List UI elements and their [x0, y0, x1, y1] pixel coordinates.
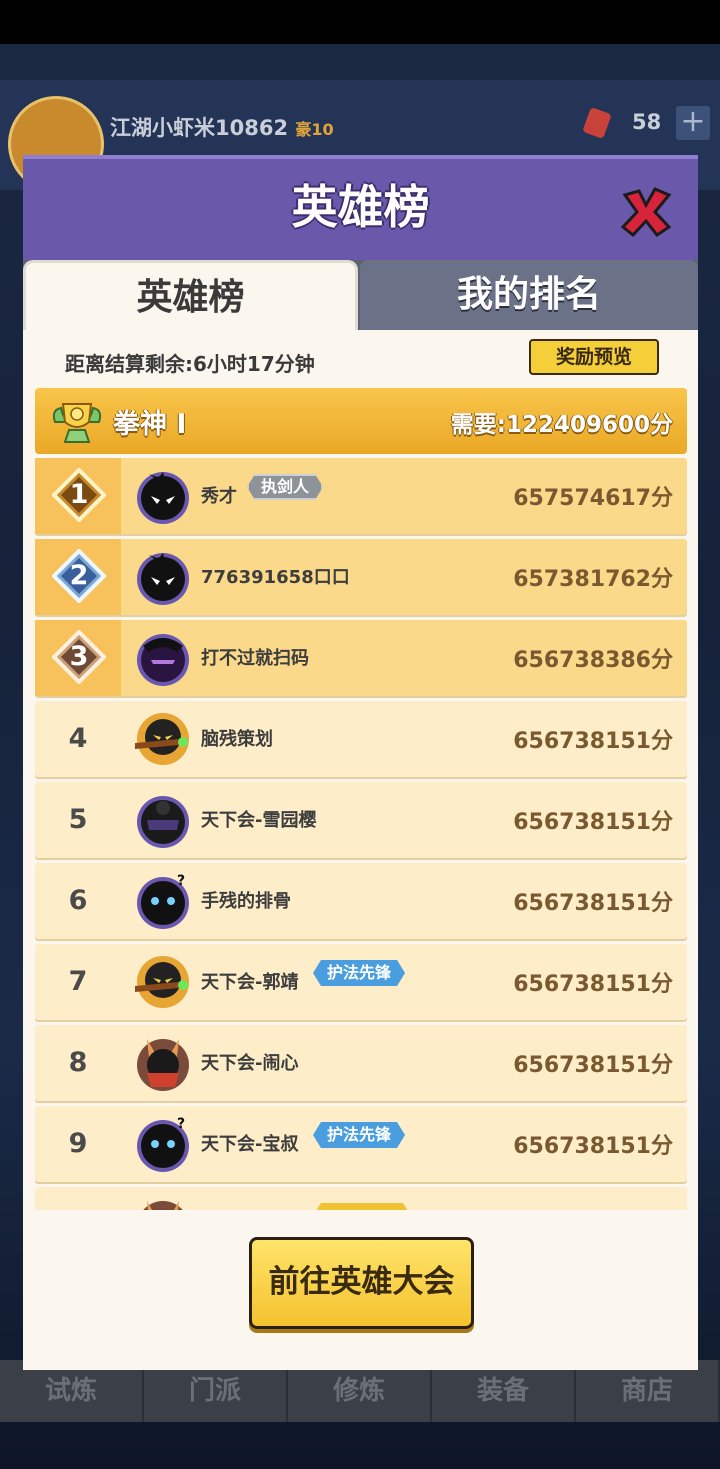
- reward-preview-button[interactable]: 奖励预览: [529, 339, 659, 375]
- tab-my-ranking[interactable]: 我的排名: [360, 260, 698, 330]
- title-badge: [313, 1203, 411, 1210]
- player-name: 天下会-闹心: [201, 1053, 299, 1074]
- player-name: 天下会-宝叔: [201, 1134, 299, 1155]
- player-score: 656738151分: [513, 1134, 673, 1159]
- close-button[interactable]: [619, 185, 673, 239]
- player-score: 656738151分: [513, 891, 673, 916]
- player-name: 江湖小虾米10862 豪10: [110, 116, 334, 140]
- table-row[interactable]: 1 秀才 执剑人 657574617分: [35, 458, 687, 534]
- tier-name: 拳神 I: [113, 409, 187, 440]
- ranking-list[interactable]: 1 秀才 执剑人 657574617分 2 776391658口口 657381…: [35, 458, 687, 1210]
- title-badge: 护法先锋: [313, 960, 405, 986]
- tab-hero-ranking[interactable]: 英雄榜: [23, 260, 358, 330]
- svg-text:?: ?: [177, 1116, 185, 1132]
- player-name: 脑残策划: [201, 729, 273, 750]
- rank-number: 9: [68, 1128, 88, 1159]
- player-name: 秀才: [201, 486, 237, 507]
- player-name: 天下会-郭靖: [201, 972, 299, 993]
- player-score: 656738151分: [513, 729, 673, 754]
- title-badge: 护法先锋: [313, 1122, 405, 1148]
- add-gems-button[interactable]: +: [676, 106, 710, 140]
- player-score: 657574617分: [513, 486, 673, 511]
- tier-header: 拳神 I 需要:122409600分: [35, 388, 687, 454]
- rank-number: 5: [68, 804, 88, 835]
- question-ninja-avatar[interactable]: ?: [133, 1114, 193, 1174]
- table-row[interactable]: 2 776391658口口 657381762分: [35, 539, 687, 615]
- title-badge: 执剑人: [247, 474, 323, 500]
- fox-warrior-avatar[interactable]: [133, 1033, 193, 1093]
- svg-text:?: ?: [177, 873, 185, 889]
- player-name: 776391658口口: [201, 567, 350, 588]
- gold-gunner-avatar[interactable]: [133, 709, 193, 769]
- goto-hero-conference-button[interactable]: 前往英雄大会: [249, 1237, 474, 1329]
- close-icon: [620, 187, 672, 238]
- shadow-ninja-avatar[interactable]: [133, 466, 193, 526]
- settlement-countdown: 距离结算剩余:6小时17分钟: [65, 352, 315, 376]
- hero-ranking-dialog: 英雄榜 英雄榜 我的排名 距离结算剩余:6小时17分钟 奖励预览 拳神 I 需要…: [23, 155, 698, 1370]
- table-row[interactable]: [35, 1187, 687, 1210]
- player-score: 656738151分: [513, 1053, 673, 1078]
- table-row[interactable]: 9 ? 天下会-宝叔 护法先锋 656738151分: [35, 1106, 687, 1182]
- tier-trophy-icon: [52, 403, 102, 443]
- table-row[interactable]: 3 打不过就扫码 656738386分: [35, 620, 687, 696]
- rank-number: 7: [68, 966, 88, 997]
- table-row[interactable]: 5 天下会-雪园樱 656738151分: [35, 782, 687, 858]
- player-score: 656738151分: [513, 972, 673, 997]
- dialog-title: 英雄榜: [291, 180, 430, 234]
- player-score: 657381762分: [513, 567, 673, 592]
- rank-number: 3: [69, 641, 89, 672]
- rank-number: 1: [69, 479, 89, 510]
- player-score: 656738151分: [513, 810, 673, 835]
- question-ninja-avatar[interactable]: ?: [133, 871, 193, 931]
- masked-assassin-avatar[interactable]: [133, 790, 193, 850]
- shadow-ninja-avatar[interactable]: [133, 547, 193, 607]
- tier-requirement: 需要:122409600分: [450, 412, 673, 438]
- player-score: 656738386分: [513, 648, 673, 673]
- player-name: 手残的排骨: [201, 891, 291, 912]
- rank-number: 2: [69, 560, 89, 591]
- fox-warrior-avatar[interactable]: [133, 1195, 193, 1210]
- rank-number: 6: [68, 885, 88, 916]
- ranking-content: 距离结算剩余:6小时17分钟 奖励预览 拳神 I 需要:122409600分 1…: [23, 330, 698, 1370]
- rank-number: 8: [68, 1047, 88, 1078]
- table-row[interactable]: 7 天下会-郭靖 护法先锋 656738151分: [35, 944, 687, 1020]
- gem-count: 58: [632, 110, 662, 134]
- rank-number: 4: [68, 723, 88, 754]
- gold-gunner-avatar[interactable]: [133, 952, 193, 1012]
- table-row[interactable]: 4 脑残策划 656738151分: [35, 701, 687, 777]
- tab-bar: 英雄榜 我的排名: [23, 260, 698, 330]
- purple-assassin-avatar[interactable]: [133, 628, 193, 688]
- table-row[interactable]: 6 ? 手残的排骨 656738151分: [35, 863, 687, 939]
- player-name: 打不过就扫码: [201, 648, 309, 669]
- player-name: 天下会-雪园樱: [201, 810, 317, 831]
- status-bar: [0, 0, 720, 44]
- table-row[interactable]: 8 天下会-闹心 656738151分: [35, 1025, 687, 1101]
